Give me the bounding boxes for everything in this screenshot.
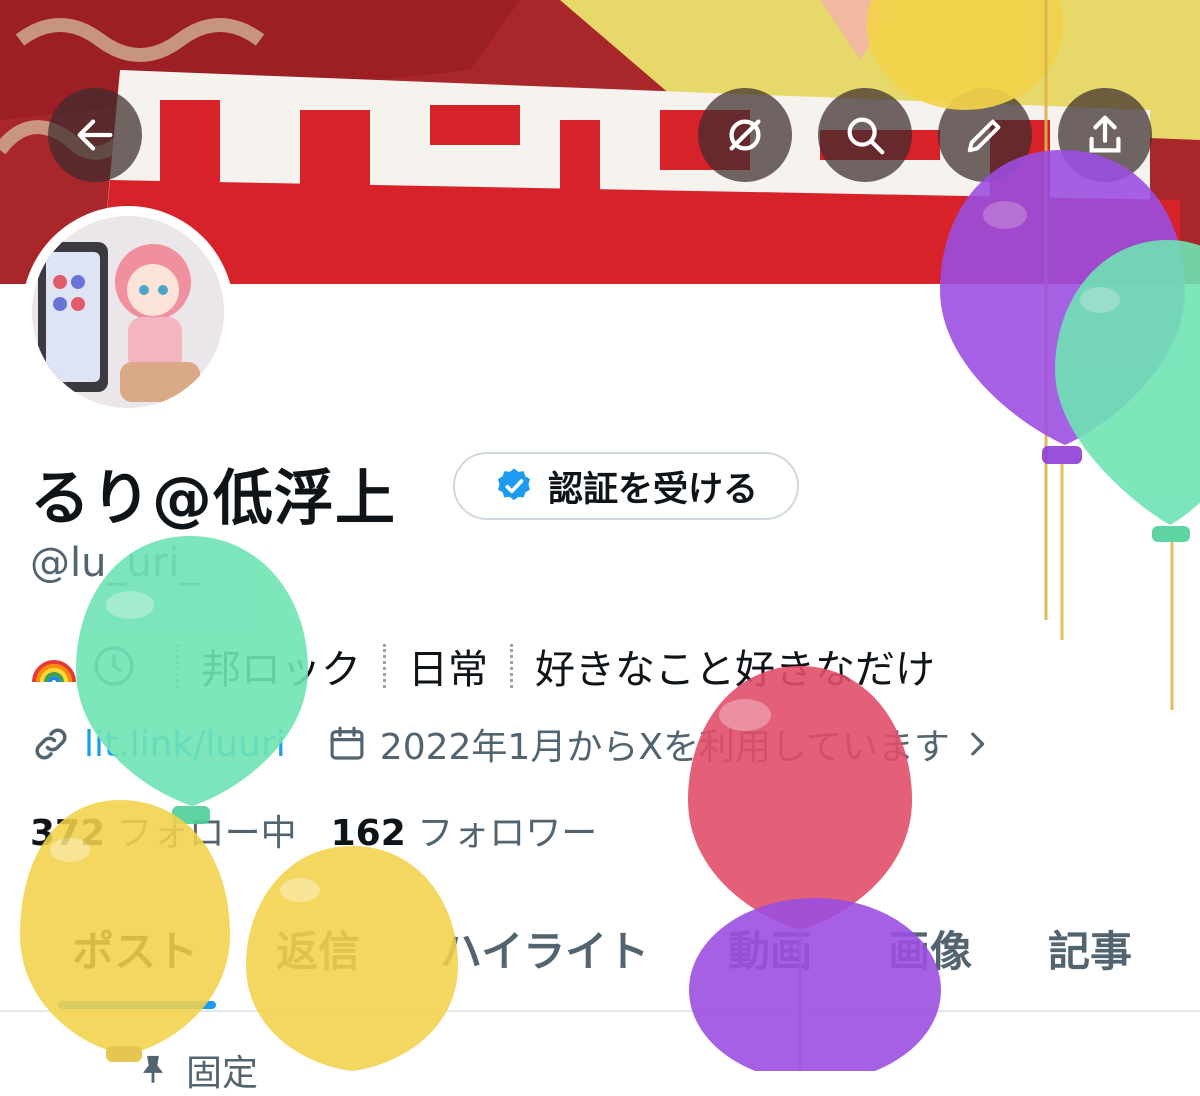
share-button[interactable] bbox=[1058, 88, 1152, 182]
avatar[interactable] bbox=[22, 206, 234, 418]
tab-replies[interactable]: 返信 bbox=[276, 918, 360, 979]
hide-button[interactable] bbox=[698, 88, 792, 182]
handle: @lu_uri_ bbox=[30, 540, 200, 586]
followers-label: フォロワー bbox=[417, 813, 598, 854]
bio-part: 日常 bbox=[408, 647, 488, 693]
tab-articles[interactable]: 記事 bbox=[1048, 918, 1132, 979]
profile-tabs: ポスト 返信 ハイライト 動画 画像 記事 bbox=[0, 900, 1200, 1012]
bio-separator bbox=[383, 644, 386, 688]
joined-date: 2022年1月からXを利用しています bbox=[379, 727, 950, 768]
tab-videos[interactable]: 動画 bbox=[728, 918, 812, 979]
slashed-circle-icon bbox=[729, 119, 761, 151]
profile-meta: lit.link/luuri 2022年1月からXを利用しています bbox=[30, 716, 1006, 772]
chevron-right-icon[interactable] bbox=[960, 727, 994, 761]
verified-badge-icon bbox=[497, 468, 530, 501]
followers-count: 162 bbox=[330, 813, 406, 854]
get-verified-button[interactable]: 認証を受ける bbox=[453, 452, 799, 520]
bio-part: 邦ロック bbox=[201, 647, 361, 693]
bio-part: 好きなこと好きなだけ bbox=[535, 647, 935, 693]
bio: 邦ロック 日常 好きなこと好きなだけ bbox=[30, 636, 935, 696]
display-name: るり@低浮上 bbox=[30, 464, 396, 534]
tab-posts[interactable]: ポスト bbox=[72, 918, 198, 979]
search-icon bbox=[847, 117, 885, 155]
share-icon bbox=[1089, 115, 1121, 153]
edit-button[interactable] bbox=[938, 88, 1032, 182]
tab-images[interactable]: 画像 bbox=[888, 918, 972, 979]
balloon bbox=[1055, 240, 1200, 710]
calendar-icon bbox=[330, 726, 364, 760]
avatar-image bbox=[32, 216, 224, 408]
follow-stats: 372 フォロー中 162 フォロワー bbox=[30, 804, 597, 856]
pinned-label: 固定 bbox=[186, 1053, 259, 1094]
search-button[interactable] bbox=[818, 88, 912, 182]
tab-highlights[interactable]: ハイライト bbox=[440, 918, 649, 979]
bio-separator bbox=[176, 644, 179, 688]
pinned-indicator: 固定 bbox=[136, 1044, 258, 1096]
back-button[interactable] bbox=[48, 88, 142, 182]
rainbow-icon bbox=[32, 660, 76, 683]
arrow-left-icon bbox=[77, 119, 113, 151]
link-icon bbox=[35, 728, 67, 760]
following-label: フォロー中 bbox=[116, 813, 297, 854]
following-link[interactable]: 372 フォロー中 bbox=[30, 804, 297, 856]
get-verified-label: 認証を受ける bbox=[547, 469, 758, 510]
profile-link[interactable]: lit.link/luuri bbox=[84, 724, 286, 765]
clock-icon bbox=[94, 646, 134, 686]
following-count: 372 bbox=[30, 813, 106, 854]
followers-link[interactable]: 162 フォロワー bbox=[331, 804, 598, 856]
pencil-icon bbox=[967, 119, 1001, 153]
bio-separator bbox=[510, 644, 513, 688]
active-tab-indicator bbox=[58, 1001, 216, 1009]
pin-icon bbox=[143, 1055, 163, 1083]
